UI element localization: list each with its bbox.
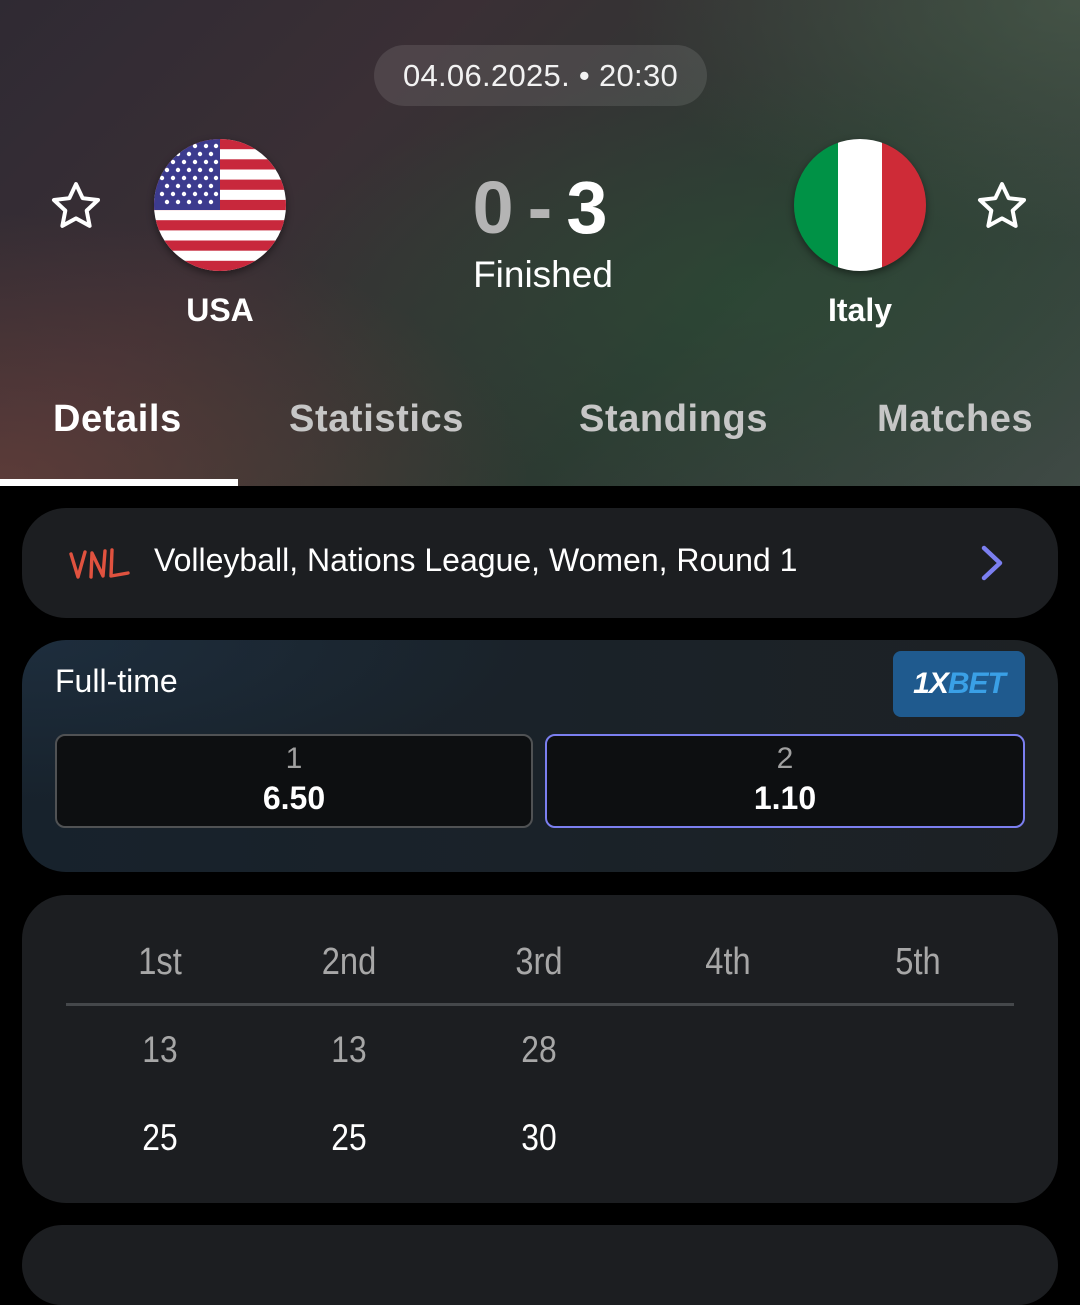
- active-tab-indicator: [0, 479, 238, 486]
- away-team-name[interactable]: Italy: [740, 292, 980, 329]
- bookmaker-logo-part-2: BET: [947, 667, 1006, 700]
- match-datetime: 04.06.2025. • 20:30: [374, 45, 707, 106]
- set-header: 4th: [705, 941, 751, 983]
- home-set-score: 28: [521, 1029, 557, 1070]
- set-header: 5th: [895, 941, 941, 983]
- next-section-card: [22, 1225, 1058, 1305]
- tab-statistics[interactable]: Statistics: [289, 398, 464, 441]
- league-name: Volleyball, Nations League, Women, Round…: [154, 542, 798, 578]
- set-header: 1st: [138, 941, 182, 983]
- odd-label: 1: [285, 742, 303, 775]
- match-header: 04.06.2025. • 20:30 USA 0 - 3 Finished I…: [0, 0, 1080, 486]
- tab-standings[interactable]: Standings: [579, 398, 768, 441]
- set-header: 2nd: [321, 941, 377, 983]
- odd-label: 2: [776, 742, 794, 775]
- bookmaker-logo[interactable]: 1X BET: [893, 651, 1025, 717]
- match-status: Finished: [473, 254, 613, 295]
- away-set-score: 25: [331, 1117, 367, 1158]
- chevron-right-icon[interactable]: [974, 543, 1010, 583]
- set-header: 3rd: [515, 941, 563, 983]
- score-separator: -: [527, 166, 553, 249]
- italy-flag-icon[interactable]: [794, 139, 926, 271]
- odd-option-home[interactable]: 1 6.50: [55, 734, 533, 828]
- favorite-away-star-icon[interactable]: [972, 176, 1032, 236]
- tab-matches[interactable]: Matches: [877, 398, 1033, 441]
- bookmaker-logo-part-1: 1X: [913, 667, 949, 700]
- odds-title: Full-time: [55, 663, 178, 699]
- league-card[interactable]: Volleyball, Nations League, Women, Round…: [22, 508, 1058, 618]
- set-scores-card: 1st 2nd 3rd 4th 5th 13 13 28 25 25 30: [22, 895, 1058, 1203]
- odd-value: 1.10: [753, 780, 817, 816]
- favorite-home-star-icon[interactable]: [46, 176, 106, 236]
- away-set-score: 25: [142, 1117, 178, 1158]
- home-set-score: 13: [331, 1029, 367, 1070]
- odd-value: 6.50: [262, 780, 326, 816]
- match-tabs: Details Statistics Standings Matches: [0, 380, 1080, 486]
- match-score: 0-3: [390, 165, 690, 251]
- home-score: 0: [472, 166, 514, 249]
- away-score: 3: [566, 166, 608, 249]
- vnl-logo-icon: [69, 548, 130, 579]
- odds-card: Full-time 1X BET 1 6.50 2 1.10: [22, 640, 1058, 872]
- tab-details[interactable]: Details: [53, 398, 182, 441]
- odd-option-away[interactable]: 2 1.10: [545, 734, 1025, 828]
- usa-flag-icon[interactable]: [154, 139, 286, 271]
- home-set-score: 13: [142, 1029, 178, 1070]
- home-team-name[interactable]: USA: [100, 292, 340, 329]
- sets-divider: [66, 1003, 1014, 1006]
- away-set-score: 30: [521, 1117, 557, 1158]
